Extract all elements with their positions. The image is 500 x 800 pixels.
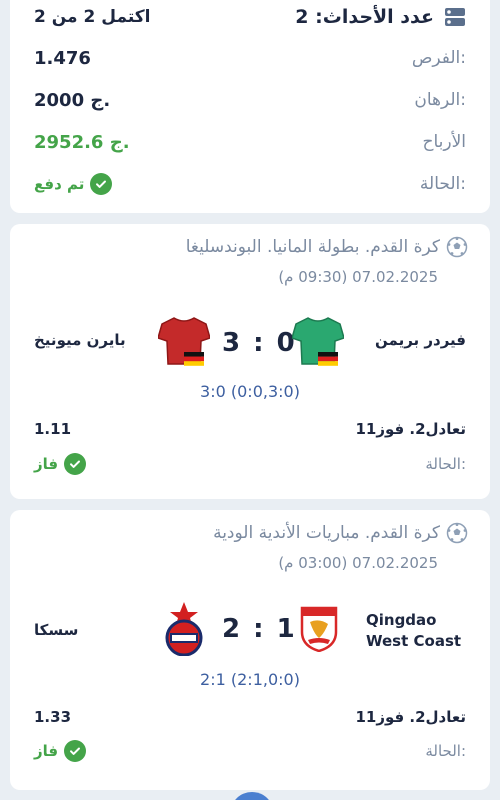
home-team-name: Qingdao West Coast	[366, 610, 461, 652]
scroll-button[interactable]	[230, 792, 274, 800]
completed-label: اكتمل 2 من 2	[34, 7, 151, 27]
winnings-row: 2952.6 ج. الأرباح	[34, 127, 466, 157]
card-notch	[4, 498, 16, 510]
odds-value: 1.476	[34, 47, 91, 69]
coupon-icon	[445, 8, 465, 26]
home-team-name: فيردر بريمن	[375, 331, 466, 349]
card-notch	[484, 212, 496, 224]
bet-summary-card: اكتمل 2 من 2 عدد الأحداث: 2 1.476 الفرص:…	[10, 0, 490, 213]
score-detail: 3:0 (0:0,3:0)	[200, 382, 300, 401]
bet-selection-row: 1.33 1تعادل2. فوز1	[34, 708, 466, 726]
win-status: فاز	[34, 740, 87, 762]
tournament: كرة القدم. بطولة المانيا. البوندسليغا	[186, 236, 468, 258]
win-status: فاز	[34, 453, 87, 475]
match-score: 3 : 0	[222, 328, 297, 358]
bet-selection-row: 1.11 1تعادل2. فوز1	[34, 420, 466, 438]
winnings-label: الأرباح	[422, 132, 466, 152]
score-detail: 2:1 (2:1,0:0)	[200, 670, 300, 689]
event-odds: 1.33	[34, 708, 72, 726]
football-icon	[446, 522, 468, 544]
away-jersey-icon	[158, 317, 210, 366]
away-team-name: بايرن ميونيخ	[34, 331, 126, 349]
event-status-row: فاز الحالة:	[34, 453, 466, 475]
home-jersey-icon	[292, 317, 344, 366]
tournament: كرة القدم. مباريات الأندية الودية	[213, 522, 468, 544]
tournament-name: كرة القدم. بطولة المانيا. البوندسليغا	[185, 237, 440, 257]
match-score: 2 : 1	[222, 614, 297, 644]
football-icon	[446, 236, 468, 258]
cska-crest-icon	[165, 602, 203, 656]
check-icon	[90, 173, 113, 195]
match-datetime: 07.02.2025 (03:00 م)	[278, 554, 438, 572]
summary-status-label: الحالة:	[419, 174, 466, 194]
events-count-label: عدد الأحداث: 2	[295, 6, 434, 28]
summary-header: اكتمل 2 من 2 عدد الأحداث: 2	[34, 2, 466, 32]
bet-selection: 1تعادل2. فوز1	[355, 420, 466, 438]
odds-label: الفرص:	[411, 48, 466, 68]
event-card[interactable]: كرة القدم. بطولة المانيا. البوندسليغا 07…	[10, 224, 490, 499]
win-status-text: فاز	[34, 742, 59, 760]
match-datetime: 07.02.2025 (09:30 م)	[278, 268, 438, 286]
tournament-name: كرة القدم. مباريات الأندية الودية	[213, 523, 440, 543]
winnings-value: 2952.6 ج.	[34, 131, 130, 153]
qingdao-crest-icon	[300, 606, 338, 652]
event-status-label: الحالة:	[425, 742, 466, 760]
stake-value: 2000 ج.	[34, 89, 111, 111]
card-notch	[484, 498, 496, 510]
check-icon	[64, 740, 87, 762]
event-card[interactable]: كرة القدم. مباريات الأندية الودية 07.02.…	[10, 510, 490, 790]
home-team-name-line1: Qingdao	[366, 611, 437, 629]
events-count: عدد الأحداث: 2	[295, 6, 466, 28]
paid-status-text: تم دفع	[34, 175, 85, 193]
odds-row: 1.476 الفرص:	[34, 43, 466, 73]
home-team-name-line2: West Coast	[366, 632, 462, 650]
card-notch	[4, 212, 16, 224]
check-icon	[64, 453, 87, 475]
summary-status-row: تم دفع الحالة:	[34, 169, 466, 199]
away-team-name: سسكا	[34, 621, 79, 639]
stake-label: الرهان:	[414, 90, 466, 110]
win-status-text: فاز	[34, 455, 59, 473]
event-odds: 1.11	[34, 420, 72, 438]
bet-selection: 1تعادل2. فوز1	[355, 708, 466, 726]
event-status-label: الحالة:	[425, 455, 466, 473]
paid-status: تم دفع	[34, 173, 113, 195]
event-status-row: فاز الحالة:	[34, 740, 466, 762]
stake-row: 2000 ج. الرهان:	[34, 85, 466, 115]
